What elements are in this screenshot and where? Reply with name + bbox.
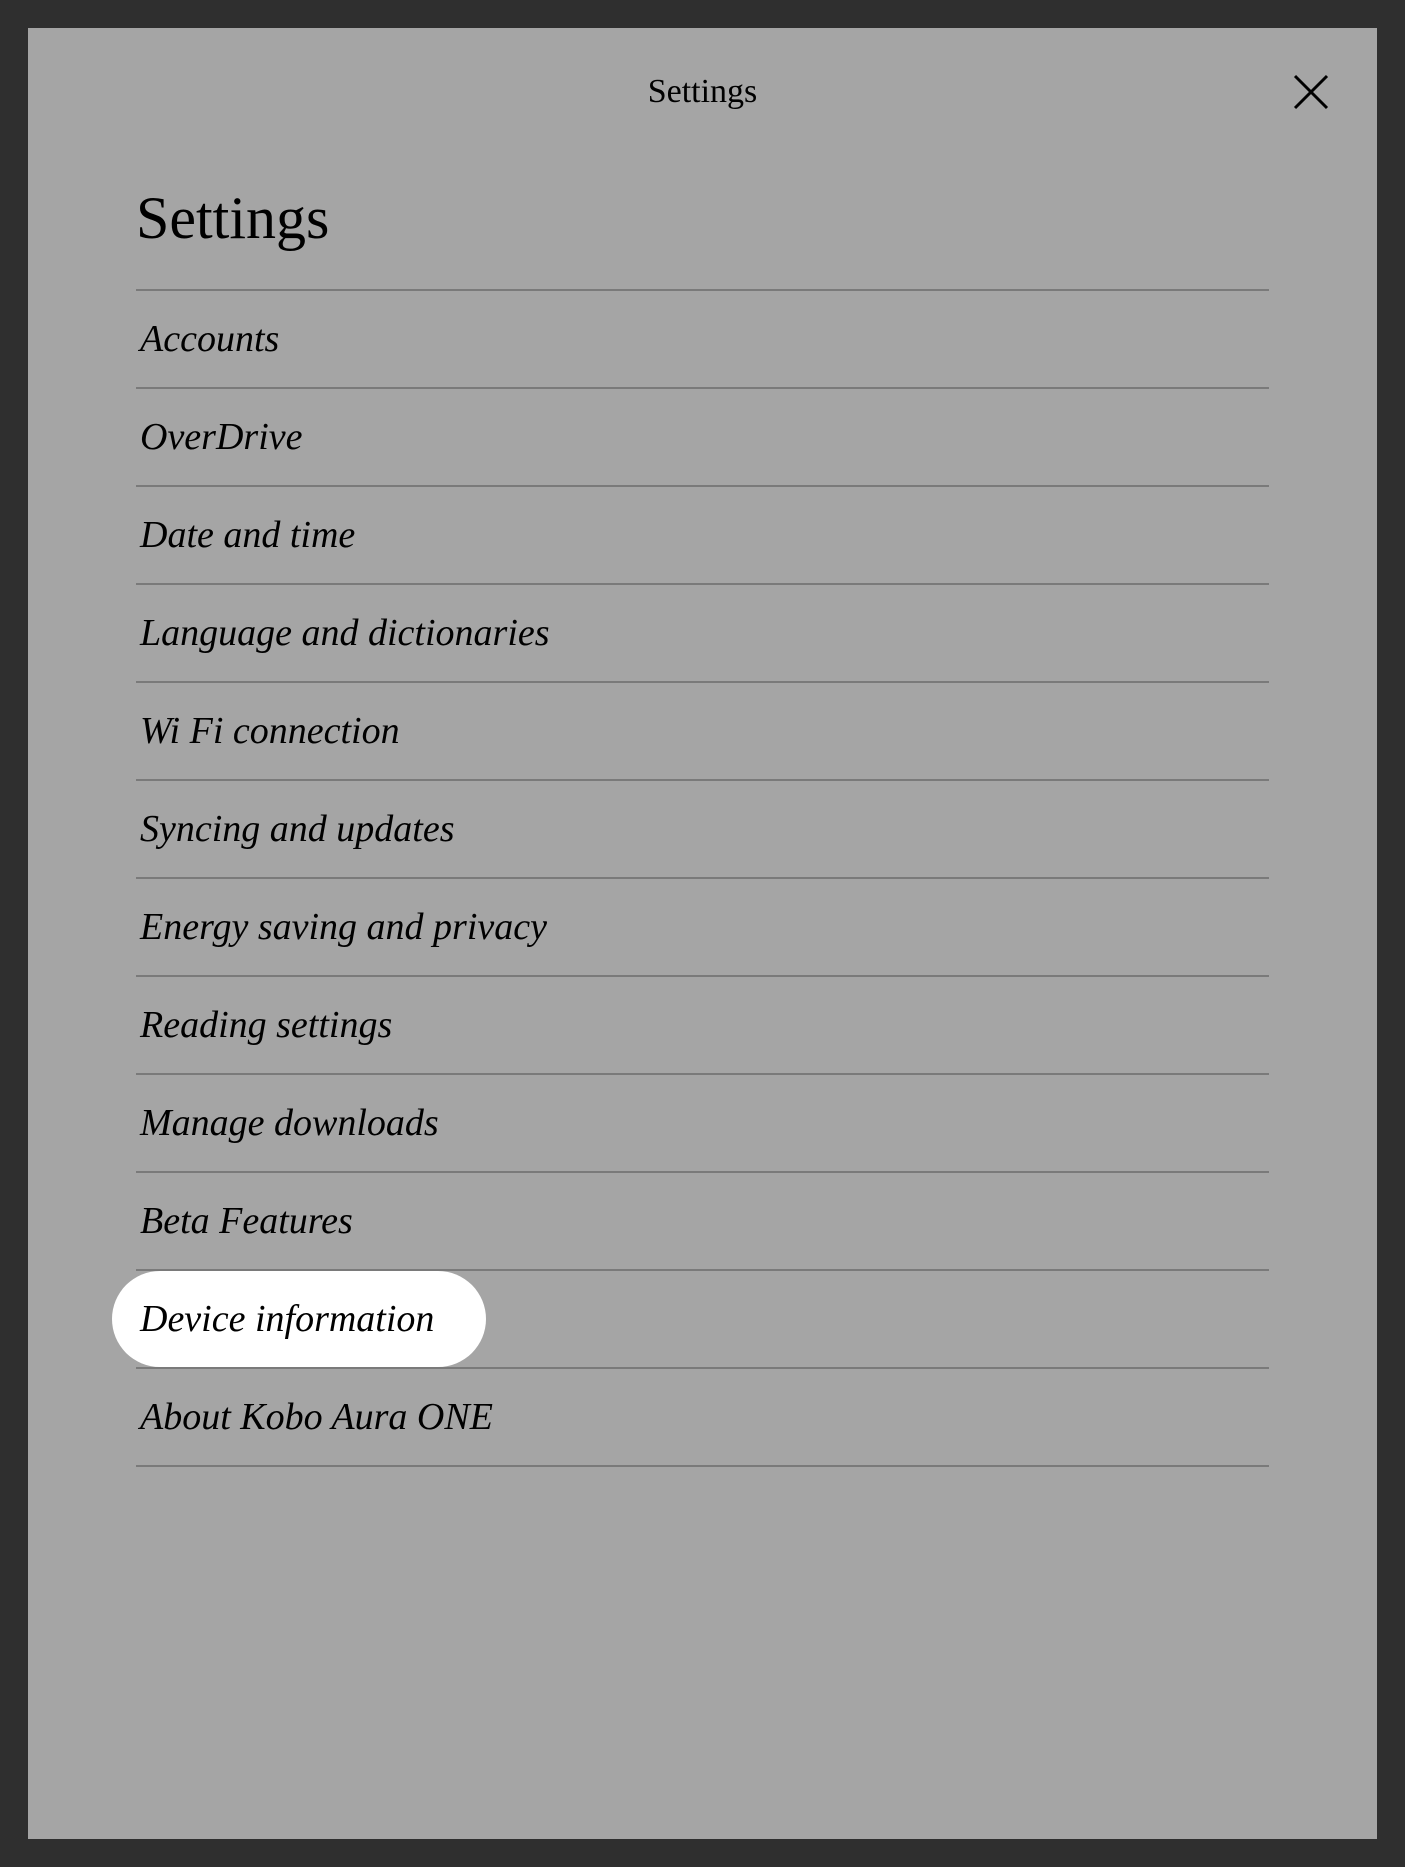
settings-item-device-information[interactable]: Device information [136, 1271, 1269, 1369]
settings-item-date-time[interactable]: Date and time [136, 487, 1269, 585]
settings-list: Accounts OverDrive Date and time Languag… [136, 291, 1269, 1467]
header: Settings [28, 28, 1377, 156]
settings-item-label: Date and time [136, 487, 355, 583]
settings-item-label: Reading settings [136, 977, 392, 1073]
settings-item-accounts[interactable]: Accounts [136, 291, 1269, 389]
settings-item-beta-features[interactable]: Beta Features [136, 1173, 1269, 1271]
close-icon [1291, 72, 1331, 112]
settings-item-syncing[interactable]: Syncing and updates [136, 781, 1269, 879]
settings-item-wifi[interactable]: Wi Fi connection [136, 683, 1269, 781]
settings-item-label: Wi Fi connection [136, 683, 400, 779]
settings-screen: Settings Settings Accounts OverDrive Dat… [28, 28, 1377, 1839]
settings-item-label: OverDrive [136, 389, 302, 485]
content: Settings Accounts OverDrive Date and tim… [28, 156, 1377, 1467]
settings-item-overdrive[interactable]: OverDrive [136, 389, 1269, 487]
settings-item-label: About Kobo Aura ONE [136, 1369, 493, 1465]
settings-item-label: Energy saving and privacy [136, 879, 547, 975]
settings-item-label: Beta Features [136, 1173, 353, 1269]
settings-item-language-dictionaries[interactable]: Language and dictionaries [136, 585, 1269, 683]
close-button[interactable] [1287, 68, 1335, 116]
page-title: Settings [136, 156, 1269, 291]
settings-item-label: Accounts [136, 291, 279, 387]
settings-item-about[interactable]: About Kobo Aura ONE [136, 1369, 1269, 1467]
settings-item-manage-downloads[interactable]: Manage downloads [136, 1075, 1269, 1173]
settings-item-reading[interactable]: Reading settings [136, 977, 1269, 1075]
header-title: Settings [648, 73, 758, 111]
settings-item-label: Device information [112, 1271, 486, 1367]
settings-item-label: Language and dictionaries [136, 585, 550, 681]
settings-item-energy-privacy[interactable]: Energy saving and privacy [136, 879, 1269, 977]
settings-item-label: Syncing and updates [136, 781, 455, 877]
settings-item-label: Manage downloads [136, 1075, 439, 1171]
